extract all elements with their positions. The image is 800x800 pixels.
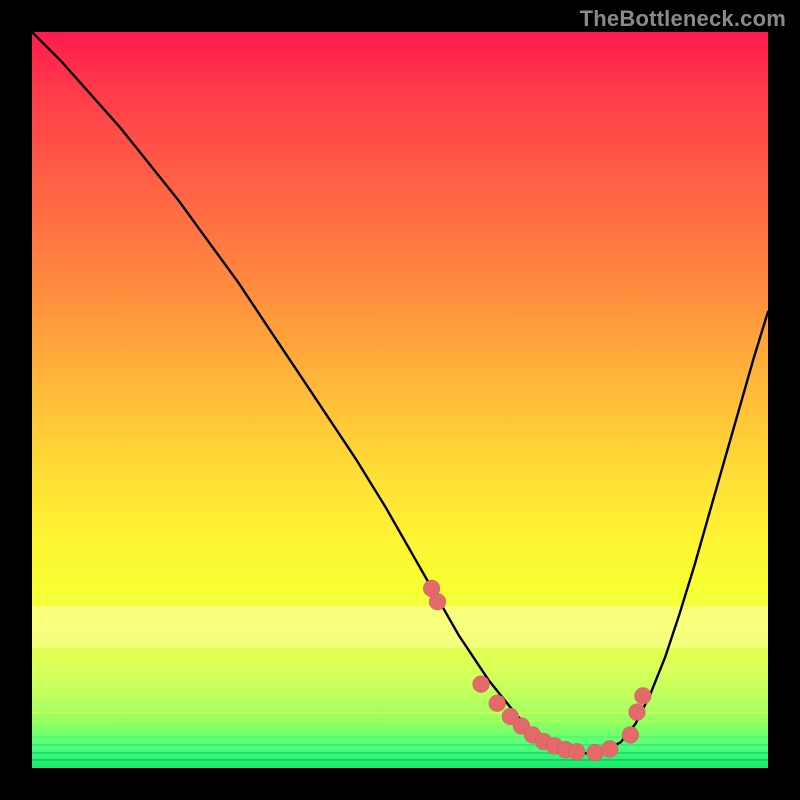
- highlight-dot: [489, 695, 506, 712]
- chart-frame: TheBottleneck.com: [0, 0, 800, 800]
- highlight-dot: [473, 676, 490, 693]
- highlight-dot: [629, 704, 646, 721]
- highlight-dot: [587, 744, 604, 761]
- plot-area: [32, 32, 768, 768]
- bottleneck-curve: [32, 32, 768, 753]
- highlight-dots: [423, 580, 651, 761]
- highlight-dot: [634, 687, 651, 704]
- highlight-dot: [568, 743, 585, 760]
- highlight-dot: [601, 740, 618, 757]
- highlight-dot: [622, 726, 639, 743]
- highlight-dot: [429, 593, 446, 610]
- curve-svg: [32, 32, 768, 768]
- watermark-text: TheBottleneck.com: [580, 6, 786, 32]
